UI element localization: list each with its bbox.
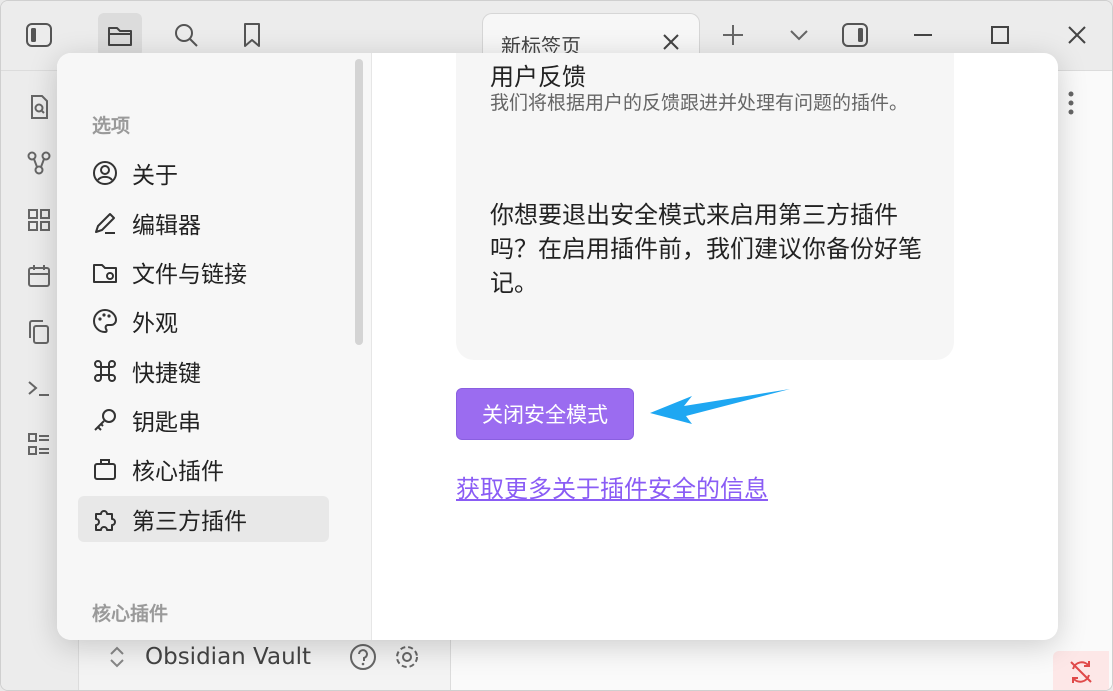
more-options-icon[interactable] [1059,87,1083,119]
restricted-mode-card: 用户反馈 我们将根据用户的反馈跟进并处理有问题的插件。 你想要退出安全模式来启用… [456,53,954,360]
graph-icon[interactable] [23,147,55,179]
nav-item-editor[interactable]: 编辑器 [78,200,329,246]
settings-content: 用户反馈 我们将根据用户的反馈跟进并处理有问题的插件。 你想要退出安全模式来启用… [372,53,1058,640]
nav-item-label: 快捷键 [132,361,201,387]
nav-item-label: 核心插件 [132,459,224,485]
nav-item-about[interactable]: 关于 [78,150,329,196]
nav-item-label: 第三方插件 [132,509,247,535]
close-window-icon[interactable] [1055,13,1099,57]
nav-item-appearance[interactable]: 外观 [78,298,329,344]
sidebar-scrollbar[interactable] [355,59,363,345]
settings-modal: 选项 关于 编辑器 文件与链接 外观 快捷键 钥匙串 核心插件 第三方插件 核心… [57,53,1058,640]
list-layout-icon[interactable] [23,428,55,460]
file-search-icon[interactable] [23,91,55,123]
palette-icon [90,306,120,336]
vault-name: Obsidian Vault [145,644,312,670]
card-subtitle: 我们将根据用户的反馈跟进并处理有问题的插件。 [490,92,909,114]
nav-item-core-plugins[interactable]: 核心插件 [78,446,329,492]
settings-sidebar: 选项 关于 编辑器 文件与链接 外观 快捷键 钥匙串 核心插件 第三方插件 核心… [57,53,372,640]
nav-item-label: 文件与链接 [132,262,247,288]
bookmark-icon[interactable] [230,13,274,57]
nav-item-label: 钥匙串 [132,410,201,436]
section-core-plugins-label: 核心插件 [92,603,169,625]
settings-gear-icon[interactable] [391,641,423,673]
arrow-annotation-icon [650,386,795,432]
minimize-icon[interactable] [901,13,945,57]
right-sidebar-toggle-icon[interactable] [833,13,877,57]
vault-switcher[interactable]: Obsidian Vault [101,637,423,677]
command-icon [90,356,120,386]
maximize-icon[interactable] [978,13,1022,57]
calendar-icon[interactable] [23,260,55,292]
nav-item-label: 编辑器 [132,213,201,239]
layout-grid-icon[interactable] [23,204,55,236]
copy-icon[interactable] [23,316,55,348]
files-folder-icon[interactable] [98,13,142,57]
turn-off-restricted-mode-button[interactable]: 关闭安全模式 [456,388,634,440]
search-icon[interactable] [164,13,208,57]
puzzle-icon [90,504,120,534]
briefcase-icon [90,454,120,484]
plugin-security-info-link[interactable]: 获取更多关于插件安全的信息 [456,469,768,504]
section-options-label: 选项 [92,115,131,137]
nav-item-label: 关于 [132,163,178,189]
sync-error-icon[interactable] [1053,651,1109,690]
chevron-down-icon[interactable] [777,13,821,57]
user-circle-icon [90,158,120,188]
nav-item-community-plugins[interactable]: 第三方插件 [78,496,329,542]
sidebar-toggle-icon[interactable] [17,13,61,57]
pencil-icon [90,208,120,238]
help-icon[interactable] [347,641,379,673]
card-body: 你想要退出安全模式来启用第三方插件吗？在启用插件前，我们建议你备份好笔记。 [490,201,922,297]
card-title: 用户反馈 [490,63,586,91]
nav-item-hotkeys[interactable]: 快捷键 [78,348,329,394]
close-tab-icon[interactable] [657,28,685,56]
folder-cog-icon [90,257,120,287]
nav-item-keychain[interactable]: 钥匙串 [78,397,329,443]
nav-item-label: 外观 [132,311,178,337]
terminal-icon[interactable] [23,372,55,404]
new-tab-plus-icon[interactable] [711,13,755,57]
chevron-updown-icon [101,641,133,673]
key-icon [90,405,120,435]
nav-item-files-links[interactable]: 文件与链接 [78,249,329,295]
